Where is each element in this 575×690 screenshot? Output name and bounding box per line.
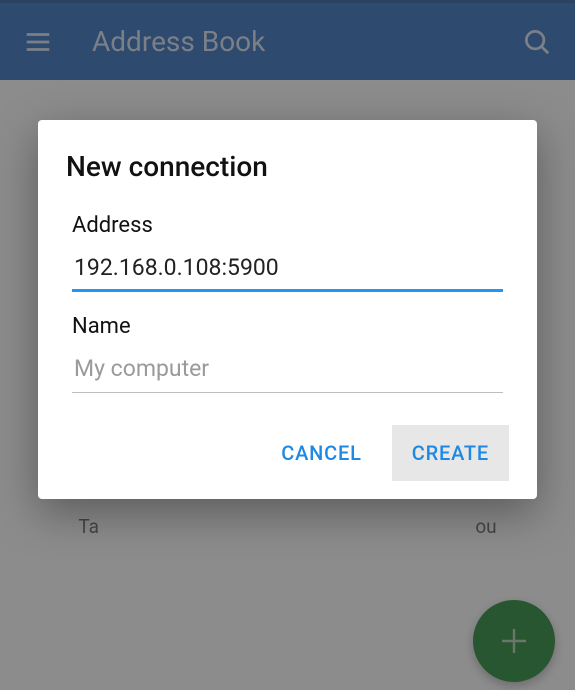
cancel-button[interactable]: CANCEL [261,425,381,481]
address-field: Address [66,213,509,292]
create-button[interactable]: CREATE [392,425,509,481]
new-connection-dialog: New connection Address Name CANCEL CREAT… [38,120,537,499]
address-input[interactable] [72,248,503,292]
dialog-title: New connection [66,150,509,183]
dialog-actions: CANCEL CREATE [66,425,509,481]
name-label: Name [72,314,503,339]
address-label: Address [72,213,503,238]
name-input[interactable] [72,349,503,393]
name-field: Name [66,314,509,393]
